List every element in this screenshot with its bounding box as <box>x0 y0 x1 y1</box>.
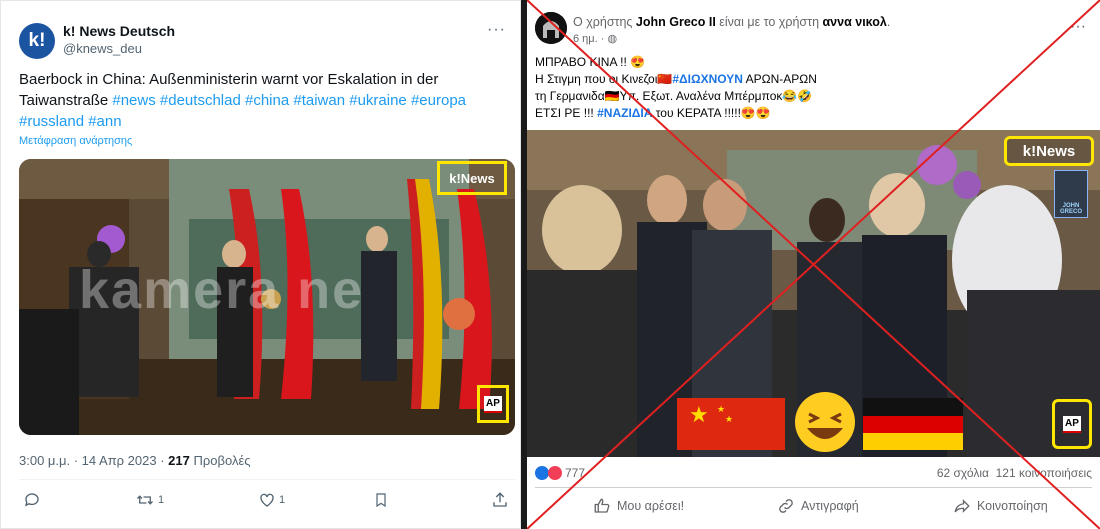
shares-count[interactable]: 121 κοινοποιήσεις <box>996 466 1092 480</box>
reactions[interactable]: 777 <box>535 466 585 480</box>
account-name[interactable]: k! News Deutsch <box>63 23 175 39</box>
laughing-emoji-icon <box>795 392 855 452</box>
ap-logo: AP <box>1063 415 1081 433</box>
retweet-count: 1 <box>158 494 165 506</box>
tweet-video[interactable]: kamera ne k!News AP <box>19 159 515 435</box>
hashtag-link[interactable]: #deutschlad <box>160 92 241 109</box>
ap-logo-highlight: AP <box>1052 399 1092 449</box>
hashtag-link[interactable]: #news <box>112 92 155 109</box>
share-icon <box>493 492 507 507</box>
bookmark-button[interactable] <box>373 491 389 509</box>
tagged-user[interactable]: αννα νικολ <box>823 15 887 29</box>
hashtag-link[interactable]: #taiwan <box>293 92 345 109</box>
comments-count[interactable]: 62 σχόλια <box>937 466 989 480</box>
post-actions: Μου αρέσει! Αντιγραφή Κοινοποίηση <box>535 494 1092 520</box>
more-options-icon[interactable]: ··· <box>1070 18 1086 36</box>
facebook-post-panel: Ο χρήστης John Greco II είναι με το χρήσ… <box>527 0 1100 529</box>
account-handle[interactable]: @knews_deu <box>63 41 142 56</box>
like-reaction-icon <box>535 466 549 480</box>
hashtag-link[interactable]: #ann <box>88 113 121 130</box>
author-name[interactable]: John Greco II <box>636 15 716 29</box>
ap-logo: AP <box>484 395 502 413</box>
tweet-meta: 3:00 μ.μ. · 14 Απρ 2023 · 217 Προβολές <box>19 453 251 468</box>
author-avatar[interactable] <box>535 12 567 44</box>
reply-icon <box>24 493 39 507</box>
post-video[interactable]: k!News JOHN GRECO ★ ★ ★ AP <box>527 130 1100 457</box>
link-icon <box>779 499 793 513</box>
thumbs-up-icon <box>594 498 610 513</box>
hashtag-link[interactable]: #ΔΙΩΧΝΟΥΝ <box>672 72 743 86</box>
hashtag-link[interactable]: #china <box>245 92 289 109</box>
share-button[interactable]: Κοινοποίηση <box>953 497 1048 515</box>
retweet-icon <box>137 495 153 505</box>
love-reaction-icon <box>548 466 562 480</box>
hashtag-link[interactable]: #russland <box>19 113 84 130</box>
post-stats: 777 62 σχόλια 121 κοινοποιήσεις <box>535 466 1092 483</box>
reaction-count: 777 <box>565 466 586 480</box>
tweet-panel: k! k! News Deutsch @knews_deu ··· Baerbo… <box>0 0 521 529</box>
share-arrow-icon <box>954 499 970 513</box>
share-button[interactable] <box>491 491 509 509</box>
svg-text:★: ★ <box>689 403 709 428</box>
video-watermark: kamera ne <box>79 260 365 320</box>
like-button[interactable]: Μου αρέσει! <box>593 497 684 515</box>
globe-icon: ◍ <box>607 33 618 45</box>
post-header: Ο χρήστης John Greco II είναι με το χρήσ… <box>573 15 891 29</box>
svg-text:★: ★ <box>717 405 725 415</box>
helmet-icon <box>535 12 567 44</box>
ap-logo-highlight: AP <box>477 385 509 423</box>
like-count: 1 <box>279 494 286 506</box>
like-button[interactable]: 1 <box>258 491 285 509</box>
copy-button[interactable]: Αντιγραφή <box>777 497 859 515</box>
svg-text:★: ★ <box>725 415 733 425</box>
knews-logo-highlight: k!News <box>437 161 507 195</box>
tweet-text: Baerbock in China: Außenministerin warnt… <box>19 71 467 130</box>
divider <box>19 479 515 480</box>
heart-icon <box>260 493 274 507</box>
germany-flag <box>863 398 963 416</box>
flags-emoji-overlay: ★ ★ ★ <box>677 392 963 452</box>
translate-link[interactable]: Μετάφραση ανάρτησης <box>19 135 132 147</box>
post-time[interactable]: 6 ημ. · ◍ <box>573 32 617 45</box>
post-text: ΜΠΡΑΒΟ ΚΙΝΑ !! 😍 Η Στιγμη που οι Κινεζοι… <box>535 55 817 120</box>
hashtag-link[interactable]: #ukraine <box>349 92 407 109</box>
account-avatar[interactable]: k! <box>19 23 55 59</box>
knews-logo-highlight: k!News <box>1004 136 1094 166</box>
bookmark-icon <box>376 493 386 508</box>
divider <box>535 487 1092 488</box>
hashtag-link[interactable]: #ΝΑΖΙΔΙΑ <box>597 106 652 120</box>
tweet-actions: 1 1 <box>23 491 511 515</box>
hashtag-link[interactable]: #europa <box>411 92 466 109</box>
john-greco-logo: JOHN GRECO <box>1054 170 1088 218</box>
views-count: 217 <box>168 453 190 468</box>
more-options-icon[interactable]: ··· <box>487 21 506 39</box>
retweet-button[interactable]: 1 <box>135 491 164 509</box>
reply-button[interactable] <box>23 491 41 509</box>
